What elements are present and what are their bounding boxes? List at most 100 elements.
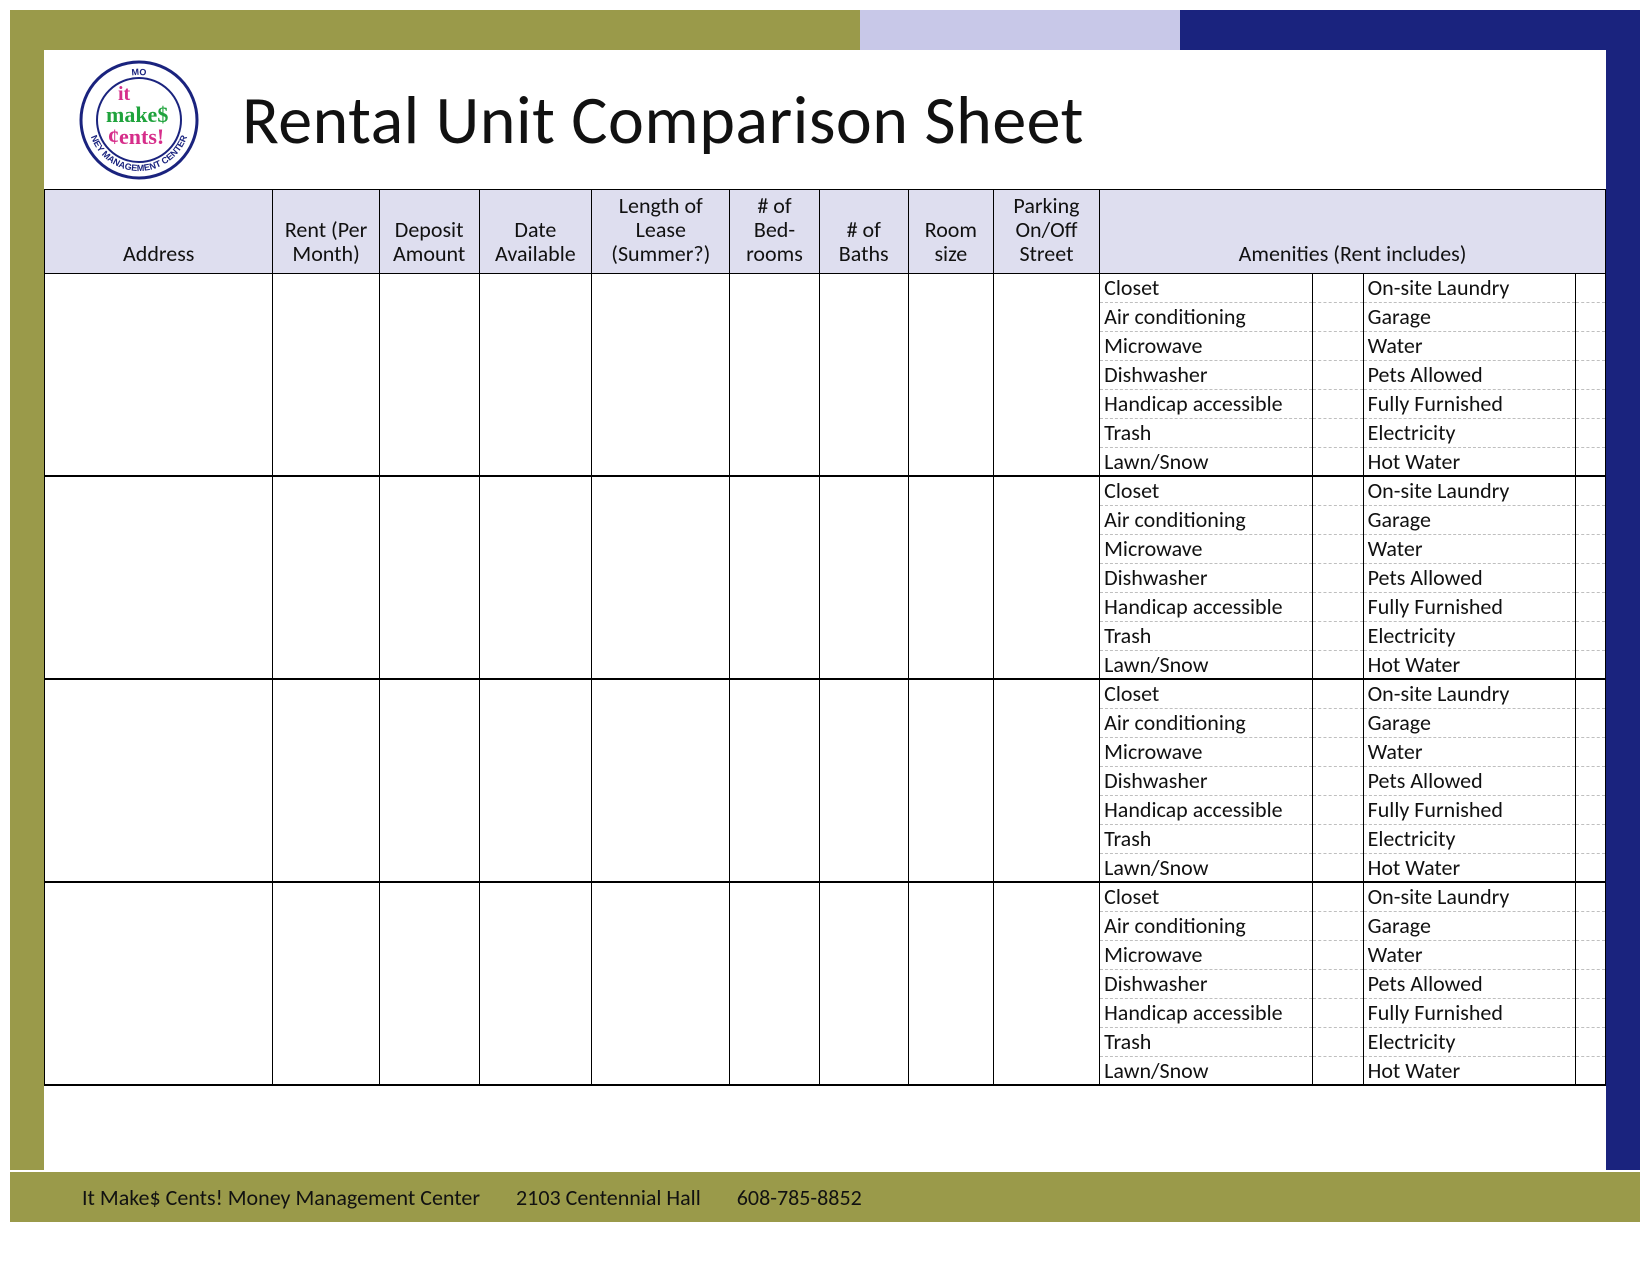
amenity-checkbox[interactable] [1312, 534, 1363, 563]
amenity-checkbox[interactable] [1312, 969, 1363, 998]
amenity-checkbox[interactable] [1576, 331, 1606, 360]
amenity-label: Trash [1100, 1027, 1313, 1056]
amenity-checkbox[interactable] [1312, 389, 1363, 418]
amenity-checkbox[interactable] [1312, 1027, 1363, 1056]
amenity-checkbox[interactable] [1576, 1056, 1606, 1085]
amenity-checkbox[interactable] [1576, 476, 1606, 505]
amenity-checkbox[interactable] [1576, 969, 1606, 998]
entry-cell[interactable] [819, 679, 908, 882]
entry-cell[interactable] [908, 476, 993, 679]
footer: It Make$ Cents! Money Management Center … [10, 1172, 1640, 1222]
amenity-checkbox[interactable] [1312, 853, 1363, 882]
entry-cell[interactable] [993, 273, 1099, 476]
entry-cell[interactable] [819, 476, 908, 679]
col-address: Address [45, 190, 273, 274]
entry-cell[interactable] [993, 882, 1099, 1085]
amenity-checkbox[interactable] [1312, 708, 1363, 737]
amenity-checkbox[interactable] [1576, 592, 1606, 621]
entry-cell[interactable] [479, 679, 592, 882]
entry-cell[interactable] [993, 476, 1099, 679]
entry-cell[interactable] [908, 679, 993, 882]
amenity-checkbox[interactable] [1312, 621, 1363, 650]
amenity-checkbox[interactable] [1576, 360, 1606, 389]
amenity-checkbox[interactable] [1312, 650, 1363, 679]
entry-cell[interactable] [45, 476, 273, 679]
amenity-checkbox[interactable] [1312, 824, 1363, 853]
amenity-checkbox[interactable] [1312, 476, 1363, 505]
amenity-checkbox[interactable] [1576, 650, 1606, 679]
entry-cell[interactable] [592, 476, 730, 679]
amenity-checkbox[interactable] [1576, 853, 1606, 882]
entry-cell[interactable] [379, 273, 479, 476]
amenity-checkbox[interactable] [1576, 824, 1606, 853]
entry-cell[interactable] [273, 273, 379, 476]
amenity-checkbox[interactable] [1312, 679, 1363, 708]
entry-cell[interactable] [908, 882, 993, 1085]
entry-cell[interactable] [479, 882, 592, 1085]
amenity-checkbox[interactable] [1312, 940, 1363, 969]
entry-cell[interactable] [592, 882, 730, 1085]
amenity-checkbox[interactable] [1312, 447, 1363, 476]
amenity-checkbox[interactable] [1576, 708, 1606, 737]
amenity-checkbox[interactable] [1576, 679, 1606, 708]
entry-cell[interactable] [273, 679, 379, 882]
entry-cell[interactable] [45, 882, 273, 1085]
amenity-checkbox[interactable] [1312, 563, 1363, 592]
table-row: ClosetOn-site Laundry [45, 679, 1606, 708]
amenity-checkbox[interactable] [1576, 389, 1606, 418]
entry-cell[interactable] [592, 679, 730, 882]
amenity-checkbox[interactable] [1576, 563, 1606, 592]
amenity-checkbox[interactable] [1312, 1056, 1363, 1085]
amenity-checkbox[interactable] [1312, 592, 1363, 621]
entry-cell[interactable] [45, 273, 273, 476]
amenity-checkbox[interactable] [1576, 998, 1606, 1027]
amenity-checkbox[interactable] [1576, 534, 1606, 563]
amenity-checkbox[interactable] [1576, 418, 1606, 447]
amenity-checkbox[interactable] [1576, 505, 1606, 534]
amenity-checkbox[interactable] [1312, 505, 1363, 534]
entry-cell[interactable] [45, 679, 273, 882]
amenity-checkbox[interactable] [1576, 737, 1606, 766]
amenity-checkbox[interactable] [1576, 302, 1606, 331]
entry-cell[interactable] [273, 476, 379, 679]
amenity-checkbox[interactable] [1312, 795, 1363, 824]
entry-cell[interactable] [730, 882, 819, 1085]
entry-cell[interactable] [908, 273, 993, 476]
amenity-checkbox[interactable] [1312, 882, 1363, 911]
entry-cell[interactable] [379, 679, 479, 882]
amenity-checkbox[interactable] [1576, 1027, 1606, 1056]
entry-cell[interactable] [819, 273, 908, 476]
amenity-checkbox[interactable] [1312, 766, 1363, 795]
amenity-checkbox[interactable] [1576, 621, 1606, 650]
entry-cell[interactable] [819, 882, 908, 1085]
amenity-checkbox[interactable] [1576, 795, 1606, 824]
amenity-checkbox[interactable] [1312, 911, 1363, 940]
amenity-checkbox[interactable] [1312, 360, 1363, 389]
entry-cell[interactable] [273, 882, 379, 1085]
entry-cell[interactable] [730, 476, 819, 679]
entry-cell[interactable] [479, 476, 592, 679]
amenity-checkbox[interactable] [1312, 273, 1363, 302]
amenity-label: Trash [1100, 621, 1313, 650]
amenity-checkbox[interactable] [1312, 737, 1363, 766]
entry-cell[interactable] [379, 882, 479, 1085]
amenity-checkbox[interactable] [1576, 940, 1606, 969]
entry-cell[interactable] [592, 273, 730, 476]
entry-cell[interactable] [379, 476, 479, 679]
amenity-checkbox[interactable] [1576, 911, 1606, 940]
amenity-checkbox[interactable] [1576, 447, 1606, 476]
amenity-checkbox[interactable] [1576, 766, 1606, 795]
page-title: Rental Unit Comparison Sheet [242, 79, 1084, 162]
entry-cell[interactable] [730, 273, 819, 476]
entry-cell[interactable] [993, 679, 1099, 882]
amenity-checkbox[interactable] [1312, 331, 1363, 360]
table-row: ClosetOn-site Laundry [45, 882, 1606, 911]
amenity-checkbox[interactable] [1576, 882, 1606, 911]
amenity-label: Dishwasher [1100, 766, 1313, 795]
amenity-checkbox[interactable] [1312, 302, 1363, 331]
amenity-checkbox[interactable] [1576, 273, 1606, 302]
entry-cell[interactable] [479, 273, 592, 476]
amenity-checkbox[interactable] [1312, 418, 1363, 447]
amenity-checkbox[interactable] [1312, 998, 1363, 1027]
entry-cell[interactable] [730, 679, 819, 882]
